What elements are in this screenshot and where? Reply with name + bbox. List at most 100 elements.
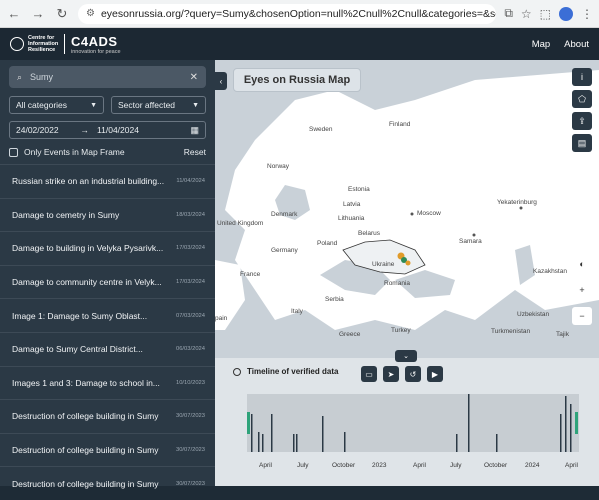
nav-about[interactable]: About — [564, 39, 589, 50]
map-label: Poland — [317, 240, 338, 247]
calculator-icon[interactable]: ▤ — [572, 134, 592, 152]
menu-icon[interactable]: ⋮ — [581, 7, 593, 21]
map-label: Finland — [389, 121, 411, 128]
item-title: Destruction of college building in Sumy — [12, 478, 159, 489]
layers-icon[interactable]: ◐ — [572, 255, 592, 273]
categories-value: All categories — [16, 100, 68, 110]
axis-label: July — [450, 462, 462, 469]
item-title: Image 1: Damage to Sumy Oblast... — [12, 310, 148, 321]
timeline-chart[interactable] — [247, 394, 579, 452]
list-item[interactable]: Images 1 and 3: Damage to school in... 10… — [0, 365, 215, 400]
arrow-right-icon: → — [80, 125, 90, 135]
bookmark-star-icon[interactable]: ☆ — [521, 7, 532, 21]
map-label: Germany — [271, 247, 298, 254]
item-date: 10/10/2023 — [175, 379, 205, 386]
profile-avatar[interactable] — [559, 6, 573, 21]
clear-search-icon[interactable]: ✕ — [190, 72, 198, 83]
axis-label: April — [565, 462, 579, 469]
map-view[interactable]: ‹ Eyes on Russia Map Sweden Finland Norw… — [215, 60, 599, 358]
draw-polygon-icon[interactable]: ⬠ — [572, 90, 592, 108]
item-title: Damage to Sumy Central District... — [12, 344, 143, 355]
list-item[interactable]: Destruction of college building in Sumy 3… — [0, 399, 215, 433]
map-label: Ukraine — [372, 261, 395, 268]
map-label: Romania — [384, 280, 411, 287]
map-label: Turkey — [391, 327, 411, 334]
share-icon[interactable]: ⇪ — [572, 112, 592, 130]
timeline-range-icon[interactable]: ▭ — [361, 366, 377, 382]
install-icon[interactable]: ⧉ — [504, 6, 513, 21]
list-item[interactable]: Image 1: Damage to Sumy Oblast... 07/03/2… — [0, 298, 215, 332]
chevron-down-icon: ▼ — [192, 101, 199, 109]
map-label: France — [240, 271, 261, 278]
sidebar: ⌕ Sumy ✕ All categories ▼ Sector affecte… — [0, 60, 215, 489]
axis-label: 2024 — [525, 462, 540, 469]
search-input[interactable]: ⌕ Sumy ✕ — [9, 66, 206, 88]
item-date: 06/03/2024 — [175, 346, 205, 353]
item-title: Images 1 and 3: Damage to school in... — [12, 377, 160, 388]
zoom-out-button[interactable]: − — [572, 307, 592, 325]
clock-icon — [233, 367, 241, 376]
browser-toolbar: ← → ↻ ⚙ eyesonrussia.org/?query=Sumy&cho… — [0, 0, 599, 28]
address-bar[interactable]: ⚙ eyesonrussia.org/?query=Sumy&chosenOpt… — [78, 3, 497, 24]
list-item[interactable]: Damage to building in Velyka Pysarivk...… — [0, 231, 215, 265]
item-date: 30/07/2023 — [175, 413, 205, 420]
axis-label: April — [259, 462, 273, 469]
search-value: Sumy — [30, 72, 54, 82]
app-header: Centre for Information Resilience C4ADS … — [0, 28, 599, 60]
list-item[interactable]: Russian strike on an industrial building… — [0, 164, 215, 198]
cir-logo-text: Centre for Information Resilience — [28, 35, 59, 53]
list-item[interactable]: Destruction of college building in Sumy 3… — [0, 432, 215, 467]
map-label: Turkmenistan — [491, 328, 531, 335]
timeline-axis: April July October 2023 April July Octob… — [247, 462, 579, 472]
only-in-frame-label: Only Events in Map Frame — [24, 147, 125, 157]
map-label: Moscow — [417, 210, 441, 217]
timeline-panel: ⌄ Timeline of verified data ▭ ➤ ↺ ▶ Apri… — [215, 350, 599, 486]
date-range-picker[interactable]: 24/02/2022 → 11/04/2024 ▦ — [9, 121, 206, 139]
item-date: 17/03/2024 — [175, 245, 205, 252]
nav-map[interactable]: Map — [532, 39, 550, 50]
map-label: Serbia — [325, 296, 344, 303]
reset-button[interactable]: Reset — [184, 147, 206, 157]
item-title: Damage to community centre in Velyk... — [12, 277, 162, 288]
axis-label: April — [413, 462, 427, 469]
collapse-sidebar-button[interactable]: ‹ — [215, 72, 227, 90]
event-list: Russian strike on an industrial building… — [0, 164, 215, 500]
pin-icon[interactable]: ➤ — [383, 366, 399, 382]
item-date: 07/03/2024 — [175, 312, 205, 319]
info-icon[interactable]: i — [572, 68, 592, 86]
header-nav: Map About — [532, 39, 589, 50]
zoom-in-button[interactable]: + — [572, 281, 592, 299]
axis-label: October — [332, 462, 356, 469]
list-item[interactable]: Damage to community centre in Velyk... 17… — [0, 264, 215, 299]
map-label: Denmark — [271, 211, 298, 218]
only-in-frame-checkbox[interactable] — [9, 147, 18, 157]
list-item[interactable]: Damage to Sumy Central District... 06/03/… — [0, 331, 215, 366]
item-date: 17/03/2024 — [175, 279, 205, 286]
site-settings-icon[interactable]: ⚙ — [86, 8, 95, 19]
list-item[interactable]: Damage to cemetry in Sumy 18/03/2024 — [0, 197, 215, 232]
map-label: Latvia — [343, 201, 361, 208]
item-title: Damage to building in Velyka Pysarivk... — [12, 243, 164, 254]
c4ads-tagline: innovation for peace — [71, 48, 121, 55]
rewind-icon[interactable]: ↺ — [405, 366, 421, 382]
item-title: Destruction of college building in Sumy — [12, 445, 159, 456]
sector-dropdown[interactable]: Sector affected ▼ — [111, 96, 206, 114]
extensions-icon[interactable]: ⬚ — [540, 7, 551, 21]
date-from: 24/02/2022 — [16, 125, 59, 135]
play-icon[interactable]: ▶ — [427, 366, 443, 382]
map-label: Estonia — [348, 186, 370, 193]
categories-dropdown[interactable]: All categories ▼ — [9, 96, 104, 114]
chevron-down-icon[interactable]: ⌄ — [395, 350, 417, 362]
list-item[interactable]: Destruction of college building in Sumy 3… — [0, 466, 215, 500]
reload-icon[interactable]: ↻ — [54, 6, 70, 22]
map-label: pain — [215, 315, 228, 322]
item-date: 30/07/2023 — [175, 447, 205, 454]
chevron-down-icon: ▼ — [90, 101, 97, 109]
calendar-icon[interactable]: ▦ — [190, 125, 199, 136]
forward-icon[interactable]: → — [30, 6, 46, 22]
logo-divider — [64, 34, 65, 54]
map-label: Yekaterinburg — [497, 199, 537, 206]
back-icon[interactable]: ← — [6, 6, 22, 22]
map-label: Tajik — [556, 331, 570, 338]
map-label: Italy — [291, 308, 303, 315]
